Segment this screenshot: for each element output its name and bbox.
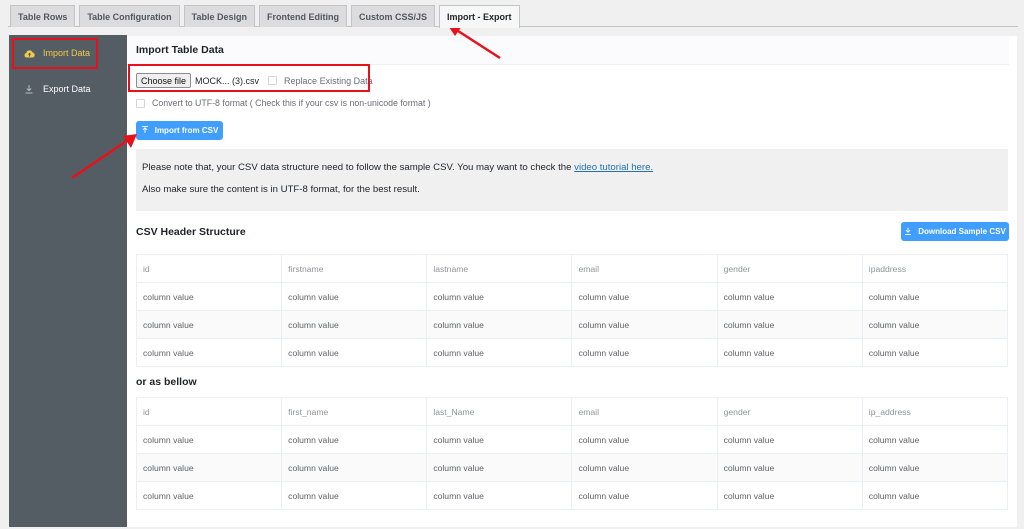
panel-title: Import Table Data <box>136 44 224 56</box>
table-cell: column value <box>571 338 718 367</box>
column-header: id <box>135 254 283 283</box>
cloud-upload-icon <box>23 49 35 58</box>
csv-header-table: id firstname lastname email gender ipadd… <box>135 254 1009 367</box>
sidebar-item-import-data[interactable]: Import Data <box>9 35 127 71</box>
table-cell: column value <box>426 425 573 454</box>
table-cell: column value <box>861 425 1009 454</box>
checkbox[interactable] <box>268 76 278 85</box>
table-row: column value column value column value c… <box>135 453 1009 482</box>
checkbox[interactable] <box>136 98 145 108</box>
sidebar-item-label: Export Data <box>43 84 91 94</box>
table-cell: column value <box>716 425 863 454</box>
replace-existing-checkbox[interactable]: Replace Existing Data <box>268 76 373 86</box>
table-header-row: id firstname lastname email gender ipadd… <box>135 254 1009 283</box>
column-header: firstname <box>281 254 428 283</box>
column-header: ip_address <box>861 397 1009 426</box>
table-cell: column value <box>716 338 863 367</box>
table-row: column value column value column value c… <box>135 425 1009 454</box>
notice-line-2: Also make sure the content is in UTF-8 f… <box>142 184 420 195</box>
table-cell: column value <box>135 481 283 510</box>
table-cell: column value <box>426 310 573 339</box>
import-from-csv-button[interactable]: Import from CSV <box>136 121 223 140</box>
table-row: column value column value column value c… <box>135 282 1009 311</box>
alternate-structure-title: or as bellow <box>136 376 197 388</box>
sidebar-item-export-data[interactable]: Export Data <box>9 71 127 107</box>
table-cell: column value <box>861 338 1009 367</box>
alternate-header-table: id first_name last_Name email gender ip_… <box>135 397 1009 510</box>
column-header: ipaddress <box>861 254 1009 283</box>
import-button-label: Import from CSV <box>154 126 219 135</box>
column-header: lastname <box>426 254 573 283</box>
video-tutorial-link[interactable]: video tutorial here. <box>574 162 653 173</box>
table-cell: column value <box>861 310 1009 339</box>
tab-table-design[interactable]: Table Design <box>183 5 256 27</box>
table-cell: column value <box>571 282 718 311</box>
table-row: column value column value column value c… <box>135 310 1009 339</box>
table-cell: column value <box>571 453 718 482</box>
table-cell: column value <box>426 453 573 482</box>
table-cell: column value <box>426 338 573 367</box>
utf8-label: Convert to UTF-8 format ( Check this if … <box>152 98 431 108</box>
main-panel: Import Table Data Choose file MOCK... (3… <box>127 36 1017 527</box>
table-cell: column value <box>135 453 283 482</box>
table-cell: column value <box>281 282 428 311</box>
column-header: email <box>571 397 718 426</box>
download-button-label: Download Sample CSV <box>918 227 1006 236</box>
column-header: gender <box>716 397 863 426</box>
column-header: email <box>571 254 718 283</box>
table-cell: column value <box>716 282 863 311</box>
table-row: column value column value column value c… <box>135 338 1009 367</box>
notice-box: Please note that, your CSV data structur… <box>136 149 1008 211</box>
notice-text: Please note that, your CSV data structur… <box>142 162 575 173</box>
divider <box>127 64 1009 65</box>
table-cell: column value <box>135 310 283 339</box>
table-cell: column value <box>716 310 863 339</box>
table-cell: column value <box>281 338 428 367</box>
table-cell: column value <box>135 282 283 311</box>
table-cell: column value <box>281 481 428 510</box>
upload-icon <box>141 125 149 136</box>
tab-table-configuration[interactable]: Table Configuration <box>79 5 180 27</box>
table-cell: column value <box>135 425 283 454</box>
table-cell: column value <box>716 453 863 482</box>
tab-frontend-editing[interactable]: Frontend Editing <box>259 5 348 27</box>
download-icon <box>23 84 35 94</box>
column-header: id <box>135 397 283 426</box>
column-header: last_Name <box>426 397 573 426</box>
table-cell: column value <box>135 338 283 367</box>
panel-header <box>127 36 1009 64</box>
download-icon <box>904 227 912 237</box>
choose-file-button[interactable]: Choose file <box>136 73 192 88</box>
utf8-checkbox[interactable]: Convert to UTF-8 format ( Check this if … <box>136 98 431 108</box>
column-header: first_name <box>281 397 428 426</box>
table-cell: column value <box>571 481 718 510</box>
table-cell: column value <box>426 481 573 510</box>
table-row: column value column value column value c… <box>135 481 1009 510</box>
tab-import-export[interactable]: Import - Export <box>439 5 520 28</box>
table-cell: column value <box>861 282 1009 311</box>
table-cell: column value <box>571 310 718 339</box>
table-cell: column value <box>861 453 1009 482</box>
tab-custom-css-js[interactable]: Custom CSS/JS <box>351 5 436 27</box>
notice-line-1: Please note that, your CSV data structur… <box>142 162 1002 173</box>
tab-bar: Table Rows Table Configuration Table Des… <box>10 5 520 28</box>
sidebar-item-label: Import Data <box>43 48 91 58</box>
sidebar: Import Data Export Data <box>9 35 127 527</box>
column-header: gender <box>716 254 863 283</box>
table-cell: column value <box>281 453 428 482</box>
table-cell: column value <box>281 310 428 339</box>
table-cell: column value <box>281 425 428 454</box>
table-cell: column value <box>571 425 718 454</box>
table-cell: column value <box>861 481 1009 510</box>
selected-file-name: MOCK... (3).csv <box>195 75 260 86</box>
table-header-row: id first_name last_Name email gender ip_… <box>135 397 1009 426</box>
table-cell: column value <box>426 282 573 311</box>
file-picker-row: Choose file MOCK... (3).csv Replace Exis… <box>136 73 373 88</box>
table-cell: column value <box>716 481 863 510</box>
replace-existing-label: Replace Existing Data <box>284 75 373 86</box>
csv-header-structure-title: CSV Header Structure <box>136 226 246 238</box>
tab-table-rows[interactable]: Table Rows <box>10 5 76 27</box>
download-sample-csv-button[interactable]: Download Sample CSV <box>901 222 1009 241</box>
